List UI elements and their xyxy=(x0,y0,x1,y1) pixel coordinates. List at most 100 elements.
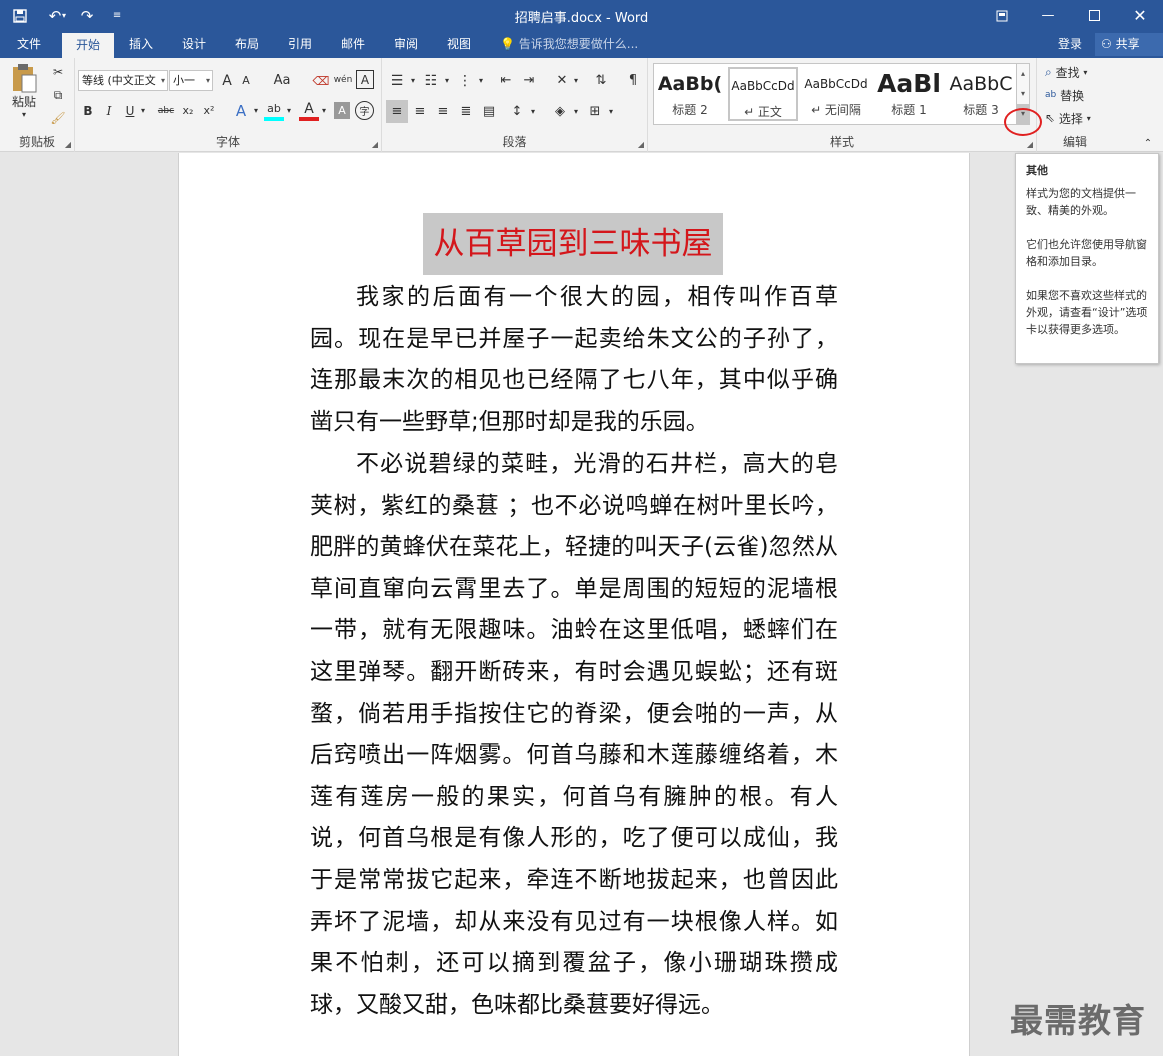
style-name: 标题 2 xyxy=(672,103,708,117)
chevron-down-icon[interactable]: ▾ xyxy=(571,100,581,123)
multilevel-list-icon[interactable]: ⋮ xyxy=(454,70,476,91)
borders-icon[interactable]: ⊞ xyxy=(584,100,606,123)
tooltip-title: 其他 xyxy=(1026,164,1048,177)
decrease-indent-icon[interactable]: ⇤ xyxy=(495,70,517,91)
close-icon[interactable]: ✕ xyxy=(1117,0,1163,31)
paragraph-launcher-icon[interactable]: ◢ xyxy=(638,140,644,149)
styles-launcher-icon[interactable]: ◢ xyxy=(1027,140,1033,149)
redo-icon[interactable]: ↷ xyxy=(72,0,102,31)
find-button[interactable]: ⌕ 查找 ▾ xyxy=(1045,62,1113,82)
select-button[interactable]: ⇖ 选择 ▾ xyxy=(1045,108,1113,128)
tab-layout[interactable]: 布局 xyxy=(222,31,272,58)
clear-formatting-icon[interactable]: ⌫ xyxy=(311,70,331,91)
group-editing: ⌕ 查找 ▾ ab 替换 ⇖ 选择 ▾ 编辑 xyxy=(1037,58,1113,152)
format-painter-icon[interactable]: 🖌 xyxy=(48,108,68,128)
chevron-down-icon[interactable]: ▾ xyxy=(442,70,452,91)
superscript-button[interactable]: x² xyxy=(200,100,218,121)
italic-button[interactable]: I xyxy=(100,100,118,121)
phonetic-guide-icon[interactable]: wén xyxy=(333,68,353,91)
highlight-color-icon[interactable]: ab xyxy=(264,100,284,121)
chevron-down-icon[interactable]: ▾ xyxy=(408,70,418,91)
clipboard-launcher-icon[interactable]: ◢ xyxy=(65,140,71,149)
minimize-icon[interactable]: — xyxy=(1025,0,1071,31)
underline-dropdown-icon[interactable]: ▾ xyxy=(138,100,148,121)
chevron-down-icon[interactable]: ▾ xyxy=(251,100,261,121)
bullets-icon[interactable]: ☰ xyxy=(386,70,408,91)
font-launcher-icon[interactable]: ◢ xyxy=(372,140,378,149)
tab-home[interactable]: 开始 xyxy=(62,33,114,58)
font-name-value: 等线 (中文正文 xyxy=(82,74,156,87)
title-bar: ↶ ▾ ↷ ≡ 招聘启事.docx - Word — ✕ xyxy=(0,0,1163,31)
show-marks-icon[interactable]: ¶ xyxy=(622,70,644,91)
chevron-down-icon[interactable]: ▾ xyxy=(476,70,486,91)
paragraph-2[interactable]: 不必说碧绿的菜畦，光滑的石井栏，高大的皂荚树，紫红的桑葚 ；也不必说鸣蝉在树叶里… xyxy=(310,444,838,1026)
subscript-button[interactable]: x₂ xyxy=(179,100,197,121)
save-icon[interactable] xyxy=(0,0,40,31)
font-size-select[interactable]: 小一 ▾ xyxy=(169,70,213,91)
style-heading2[interactable]: AaBb( 标题 2 xyxy=(655,67,725,121)
undo-dropdown-icon[interactable]: ▾ xyxy=(62,11,66,20)
character-border-icon[interactable]: A xyxy=(356,70,374,89)
tab-insert[interactable]: 插入 xyxy=(116,31,166,58)
line-spacing-icon[interactable]: ↕ xyxy=(506,100,528,123)
chevron-down-icon[interactable]: ▾ xyxy=(319,100,329,121)
font-color-icon[interactable]: A xyxy=(299,100,319,121)
find-label: 查找 xyxy=(1055,65,1080,80)
scroll-down-icon[interactable]: ▾ xyxy=(1017,84,1029,104)
font-name-select[interactable]: 等线 (中文正文 ▾ xyxy=(78,70,168,91)
share-button[interactable]: ⚇ 共享 xyxy=(1095,33,1163,56)
style-preview: AaBbC xyxy=(949,73,1013,95)
align-center-icon[interactable]: ≡ xyxy=(409,100,431,123)
distributed-icon[interactable]: ▤ xyxy=(478,100,500,123)
login-link[interactable]: 登录 xyxy=(1058,31,1082,58)
style-normal[interactable]: AaBbCcDd ↵ 正文 xyxy=(728,67,798,121)
maximize-icon[interactable] xyxy=(1071,0,1117,31)
character-shading-icon[interactable]: A xyxy=(334,102,350,119)
numbering-icon[interactable]: ☷ xyxy=(420,70,442,91)
underline-button[interactable]: U xyxy=(121,100,139,121)
lightbulb-icon: 💡 xyxy=(500,37,515,51)
tab-review[interactable]: 审阅 xyxy=(380,31,432,58)
tell-me-search[interactable]: 💡 告诉我您想要做什么... xyxy=(500,31,638,58)
shrink-font-icon[interactable]: A xyxy=(237,70,255,91)
document-title[interactable]: 从百草园到三味书屋 xyxy=(423,213,723,275)
align-left-icon[interactable]: ≡ xyxy=(386,100,408,123)
copy-icon[interactable]: ⧉ xyxy=(48,85,68,105)
chevron-down-icon[interactable]: ▾ xyxy=(528,100,538,123)
strikethrough-button[interactable]: abc xyxy=(155,100,177,121)
font-group-label: 字体 xyxy=(215,135,240,149)
customize-qat-icon[interactable]: ≡ xyxy=(102,0,132,31)
bold-button[interactable]: B xyxy=(79,100,97,121)
style-no-spacing[interactable]: AaBbCcDd ↵ 无间隔 xyxy=(801,67,871,121)
shading-icon[interactable]: ◈ xyxy=(549,100,571,123)
window-controls: — ✕ xyxy=(979,0,1163,31)
grow-font-icon[interactable]: A xyxy=(218,70,236,91)
tab-mailings[interactable]: 邮件 xyxy=(328,31,378,58)
chevron-down-icon[interactable]: ▾ xyxy=(284,100,294,121)
tab-design[interactable]: 设计 xyxy=(168,31,220,58)
scroll-up-icon[interactable]: ▴ xyxy=(1017,64,1029,84)
tab-references[interactable]: 引用 xyxy=(274,31,326,58)
text-effects-icon[interactable]: A xyxy=(231,100,251,121)
sort-icon[interactable]: ⇅ xyxy=(590,70,612,91)
change-case-icon[interactable]: Aa xyxy=(269,70,295,91)
tab-file[interactable]: 文件 xyxy=(0,31,58,58)
align-right-icon[interactable]: ≡ xyxy=(432,100,454,123)
chevron-down-icon[interactable]: ▾ xyxy=(606,100,616,123)
paste-button[interactable]: 粘贴 ▾ xyxy=(6,62,42,120)
chevron-down-icon[interactable]: ▾ xyxy=(571,70,581,91)
collapse-ribbon-icon[interactable]: ⌃ xyxy=(1140,136,1156,150)
increase-indent-icon[interactable]: ⇥ xyxy=(518,70,540,91)
ribbon-display-icon[interactable] xyxy=(979,0,1025,31)
paste-dropdown-icon[interactable]: ▾ xyxy=(22,110,26,119)
cut-icon[interactable]: ✂ xyxy=(48,62,68,82)
justify-icon[interactable]: ≣ xyxy=(455,100,477,123)
replace-button[interactable]: ab 替换 xyxy=(1045,85,1113,105)
chinese-layout-icon[interactable]: ✕ xyxy=(551,70,573,91)
enclose-characters-icon[interactable]: 字 xyxy=(355,101,374,120)
paragraph-1[interactable]: 我家的后面有一个很大的园，相传叫作百草园。现在是早已并屋子一起卖给朱文公的子孙了… xyxy=(310,277,838,443)
style-heading1[interactable]: AaBl 标题 1 xyxy=(874,67,944,121)
tab-view[interactable]: 视图 xyxy=(434,31,484,58)
cursor-icon: ⇖ xyxy=(1045,111,1056,125)
style-heading3[interactable]: AaBbC 标题 3 xyxy=(946,67,1016,121)
